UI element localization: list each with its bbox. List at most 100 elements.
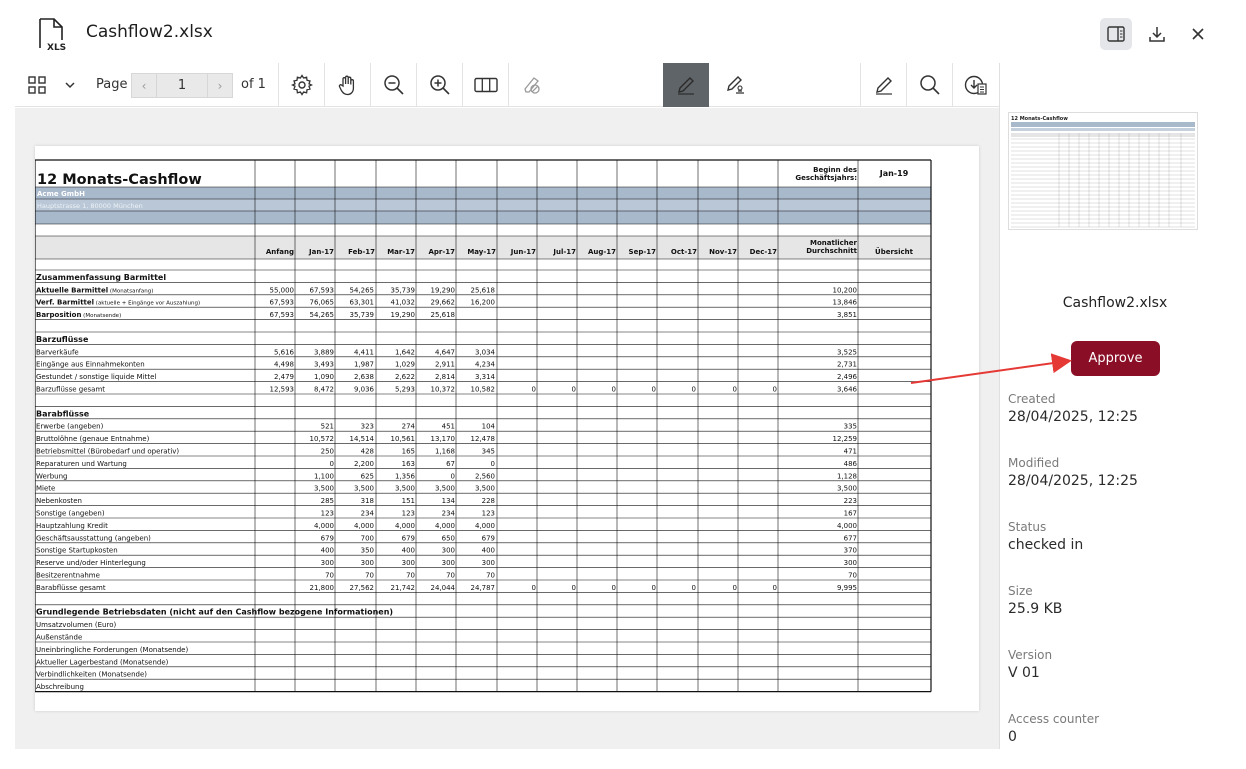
cell-value: 0 [692, 386, 696, 394]
eraser-icon [523, 77, 540, 94]
cell-value: 1,029 [395, 361, 415, 369]
column-header: Aug-17 [588, 248, 616, 256]
avg-value: 167 [844, 510, 857, 518]
cell-value: 134 [442, 497, 456, 505]
prev-page-button[interactable]: ‹ [131, 73, 157, 98]
panel-toggle-button[interactable] [1100, 18, 1132, 50]
cell-value: 4,000 [475, 522, 495, 530]
cell-value: 4,000 [395, 522, 415, 530]
cell-value: 4,000 [354, 522, 374, 530]
modified-value: 28/04/2025, 12:25 [1008, 473, 1138, 489]
pen-tool-button[interactable] [663, 63, 709, 107]
cell-value: 323 [361, 423, 374, 431]
cell-value: 300 [321, 559, 334, 567]
avg-value: 3,851 [837, 311, 857, 319]
download-button[interactable] [1141, 18, 1173, 50]
row-label: Reparaturen und Wartung [36, 460, 127, 468]
next-page-button[interactable]: › [207, 73, 233, 98]
avg-value: 13,846 [833, 299, 858, 307]
row-label: Aktueller Lagerbestand (Monatsende) [36, 658, 169, 666]
pan-tool-button[interactable] [324, 63, 370, 107]
eraser-button[interactable] [508, 63, 554, 107]
page-thumbnail[interactable]: 12 Monats-Cashflow [1008, 112, 1198, 230]
sidebar-file-name: Cashflow2.xlsx [1062, 295, 1168, 311]
cell-value: 234 [442, 510, 456, 518]
cell-value: 2,622 [395, 373, 415, 381]
grid-view-button[interactable] [25, 63, 49, 107]
cell-value: 35,739 [391, 286, 416, 294]
cell-value: 35,739 [350, 311, 375, 319]
cell-value: 0 [612, 386, 616, 394]
avg-value: 223 [844, 497, 857, 505]
settings-button[interactable] [278, 63, 324, 107]
chevron-down-icon [65, 82, 75, 89]
cell-value: 55,000 [270, 286, 295, 294]
cell-value: 318 [361, 497, 374, 505]
document-viewer[interactable]: 12 Monats-Cashflow Acme GmbH Hauptstrasse … [15, 108, 999, 749]
section-heading: Zusammenfassung Barmittel [36, 273, 166, 282]
page-number-input[interactable]: 1 [157, 73, 207, 98]
cell-value: 400 [402, 547, 415, 555]
cell-value: 123 [482, 510, 495, 518]
grid-view-icon [28, 76, 46, 94]
cell-value: 228 [482, 497, 495, 505]
modified-label: Modified [1008, 456, 1060, 470]
avg-value: 1,128 [837, 472, 857, 480]
cell-value: 2,638 [354, 373, 374, 381]
status-value: checked in [1008, 537, 1084, 553]
row-label: Besitzerentnahme [36, 572, 100, 580]
row-label: Miete [36, 485, 55, 493]
row-label: Außenstände [36, 634, 82, 642]
access-counter-value: 0 [1008, 729, 1017, 745]
column-header: Sep-17 [629, 248, 657, 256]
cell-value: 0 [733, 584, 737, 592]
cell-value: 679 [402, 534, 415, 542]
cell-value: 679 [321, 534, 334, 542]
thumbnail-preview: 12 Monats-Cashflow [1009, 113, 1197, 229]
column-header: May-17 [467, 248, 496, 256]
cell-value: 2,200 [354, 460, 374, 468]
cell-value: 70 [325, 572, 334, 580]
close-button[interactable] [1182, 18, 1214, 50]
pen-edit-icon [727, 76, 744, 94]
cell-value: 16,200 [471, 299, 496, 307]
zoom-in-button[interactable] [416, 63, 462, 107]
zoom-out-button[interactable] [370, 63, 416, 107]
cell-value: 0 [652, 386, 656, 394]
cell-value: 285 [321, 497, 334, 505]
avg-value: 12,259 [833, 435, 858, 443]
pen-edit-button[interactable] [712, 63, 758, 107]
view-dropdown-button[interactable] [60, 63, 80, 107]
size-value: 25.9 KB [1008, 601, 1063, 617]
cell-value: 54,265 [350, 286, 375, 294]
cell-value: 123 [321, 510, 334, 518]
cell-value: 165 [402, 448, 415, 456]
column-header: Anfang [266, 248, 294, 256]
approve-button[interactable]: Approve [1071, 341, 1160, 376]
row-label: Sonstige Startupkosten [36, 547, 118, 555]
cell-value: 0 [612, 584, 616, 592]
row-label: Barzuflüsse gesamt [36, 386, 105, 394]
row-label: Verbindlichkeiten (Monatsende) [36, 671, 147, 679]
cell-value: 1,100 [314, 472, 334, 480]
cell-value: 400 [321, 547, 334, 555]
cell-value: 0 [652, 584, 656, 592]
download-document-button[interactable] [952, 63, 998, 107]
avg-value: 335 [844, 423, 857, 431]
columns-icon [473, 77, 498, 93]
signature-button[interactable] [860, 63, 906, 107]
cell-value: 274 [402, 423, 416, 431]
avg-value: 70 [848, 572, 857, 580]
section-heading: Barzuflüsse [36, 335, 89, 344]
column-header: Mar-17 [387, 248, 415, 256]
columns-view-button[interactable] [462, 63, 508, 107]
section-heading: Grundlegende Betriebsdaten (nicht auf de… [36, 608, 393, 617]
cell-value: 4,647 [435, 348, 455, 356]
cell-value: 428 [361, 448, 374, 456]
download-icon [1149, 27, 1165, 42]
search-button[interactable] [906, 63, 952, 107]
cell-value: 0 [773, 584, 777, 592]
cell-value: 3,500 [435, 485, 455, 493]
row-label: Sonstige (angeben) [36, 510, 105, 518]
cell-value: 10,582 [471, 386, 496, 394]
